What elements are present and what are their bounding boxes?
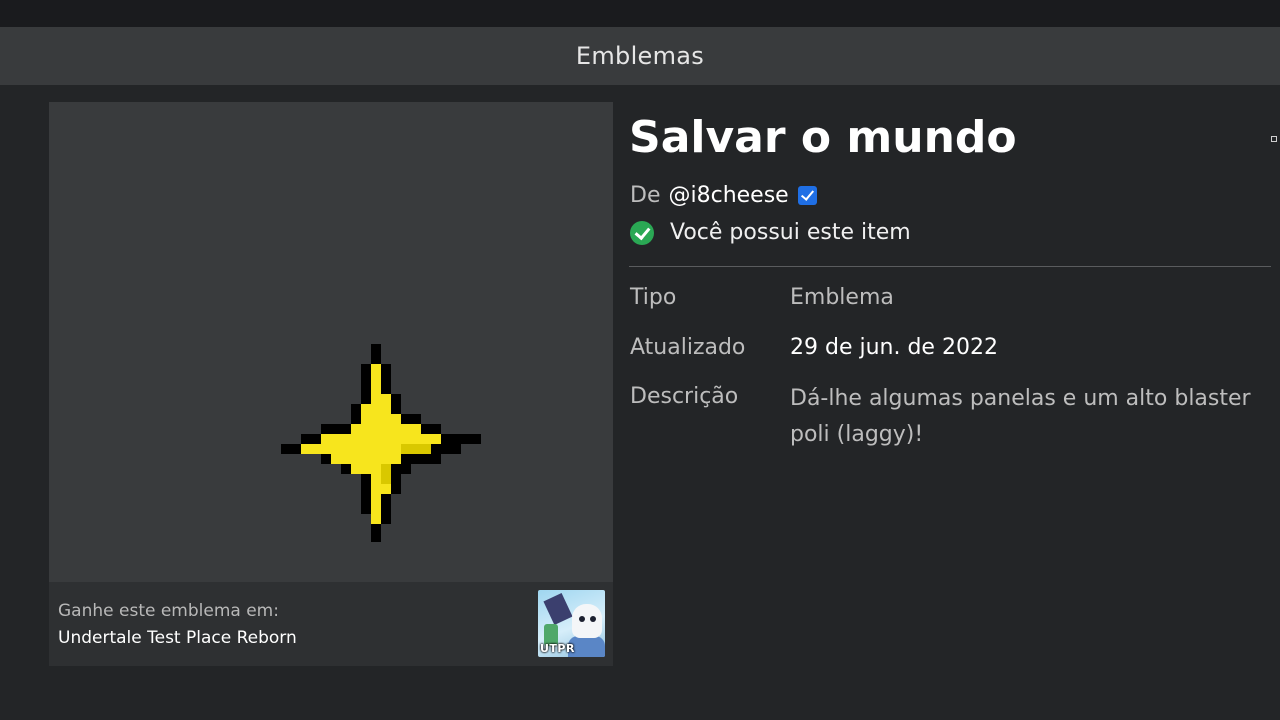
description-line: poli (laggy)! [790,422,924,447]
creator-link[interactable]: @i8cheese [668,183,788,208]
description-line: Dá-lhe algumas panelas e um alto blaster [790,386,1251,411]
badge-image-panel [49,102,613,582]
thumb-logo-text: UTPR [540,642,575,655]
description-label: Descrição [630,384,739,409]
updated-label: Atualizado [630,335,746,360]
page-title: Emblemas [575,42,705,70]
game-thumbnail[interactable]: UTPR [538,590,605,657]
creator-line: De @i8cheese [630,183,817,208]
page-header: Emblemas [0,27,1280,85]
thumb-eye [590,616,596,622]
earn-badge-panel: Ganhe este emblema em: Undertale Test Pl… [49,582,613,666]
description-value: Dá-lhe algumas panelas e um alto blaster… [790,381,1280,453]
type-value: Emblema [790,285,894,310]
pixel-star-icon [281,344,481,542]
thumb-skull [572,604,602,638]
check-circle-icon [630,220,654,245]
earn-label: Ganhe este emblema em: [58,601,279,621]
owned-text: Você possui este item [670,220,911,245]
item-title: Salvar o mundo [629,112,1017,163]
more-options-icon[interactable] [1271,136,1277,142]
thumb-eye [579,616,585,622]
type-label: Tipo [630,285,677,310]
divider [629,266,1271,267]
verified-badge-icon [797,186,817,205]
earn-game-link[interactable]: Undertale Test Place Reborn [58,628,297,648]
thumb-character [543,592,573,626]
by-label: De [630,183,661,208]
ownership-status: Você possui este item [630,220,911,245]
top-bar [0,0,1280,27]
updated-value: 29 de jun. de 2022 [790,335,998,360]
